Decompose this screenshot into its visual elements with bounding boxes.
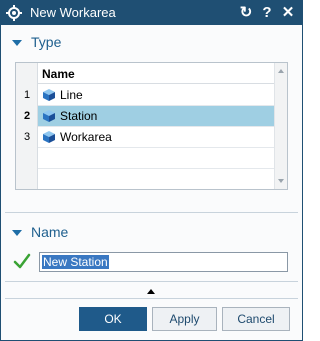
name-field-row: New Station [1,250,302,276]
table-row-station[interactable]: 2 Station [16,106,275,126]
apply-button[interactable]: Apply [152,307,217,331]
title-bar[interactable]: New Workarea ↻ ? ✕ [1,1,302,25]
checkmark-icon [13,253,31,269]
window-title: New Workarea [30,5,116,20]
footer-divider [5,298,298,299]
chevron-down-icon [12,40,22,46]
scroll-up-icon[interactable] [278,69,284,73]
scroll-down-icon[interactable] [278,179,284,183]
cube-icon [43,131,55,143]
row-number-column [16,63,38,189]
chevron-down-icon [12,230,22,236]
table-row-workarea[interactable]: 3 Workarea [16,127,275,147]
section-divider [5,281,298,282]
row-divider [38,168,275,169]
row-number: 1 [23,89,31,101]
table-row-line[interactable]: 1 Line [16,85,275,105]
type-table[interactable]: Name 1 Line 2 Station 3 Workarea [15,62,288,190]
name-section-header[interactable]: Name [1,222,302,244]
section-divider [5,212,298,213]
row-divider [38,147,275,148]
name-section-label: Name [31,224,69,240]
row-number: 3 [23,131,31,143]
type-section-label: Type [31,34,62,50]
name-input[interactable] [39,252,288,272]
type-section-header[interactable]: Type [1,32,302,54]
new-workarea-dialog: New Workarea ↻ ? ✕ Type Name 1 Line 2 St… [0,0,303,341]
ok-button[interactable]: OK [79,307,147,331]
collapse-up-icon[interactable] [147,289,155,294]
row-label: Line [60,88,83,102]
row-number: 2 [23,110,31,122]
cube-icon [43,110,55,122]
help-icon[interactable]: ? [258,3,276,23]
name-column-header[interactable]: Name [38,63,275,84]
reset-icon[interactable]: ↻ [237,3,255,23]
row-label: Station [60,109,98,123]
cube-icon [43,89,55,101]
cancel-button[interactable]: Cancel [222,307,290,331]
close-icon[interactable]: ✕ [279,3,297,23]
settings-gear-icon [6,5,22,21]
name-column-header-label: Name [42,67,75,81]
table-scrollbar[interactable] [274,63,287,189]
row-label: Workarea [60,130,112,144]
